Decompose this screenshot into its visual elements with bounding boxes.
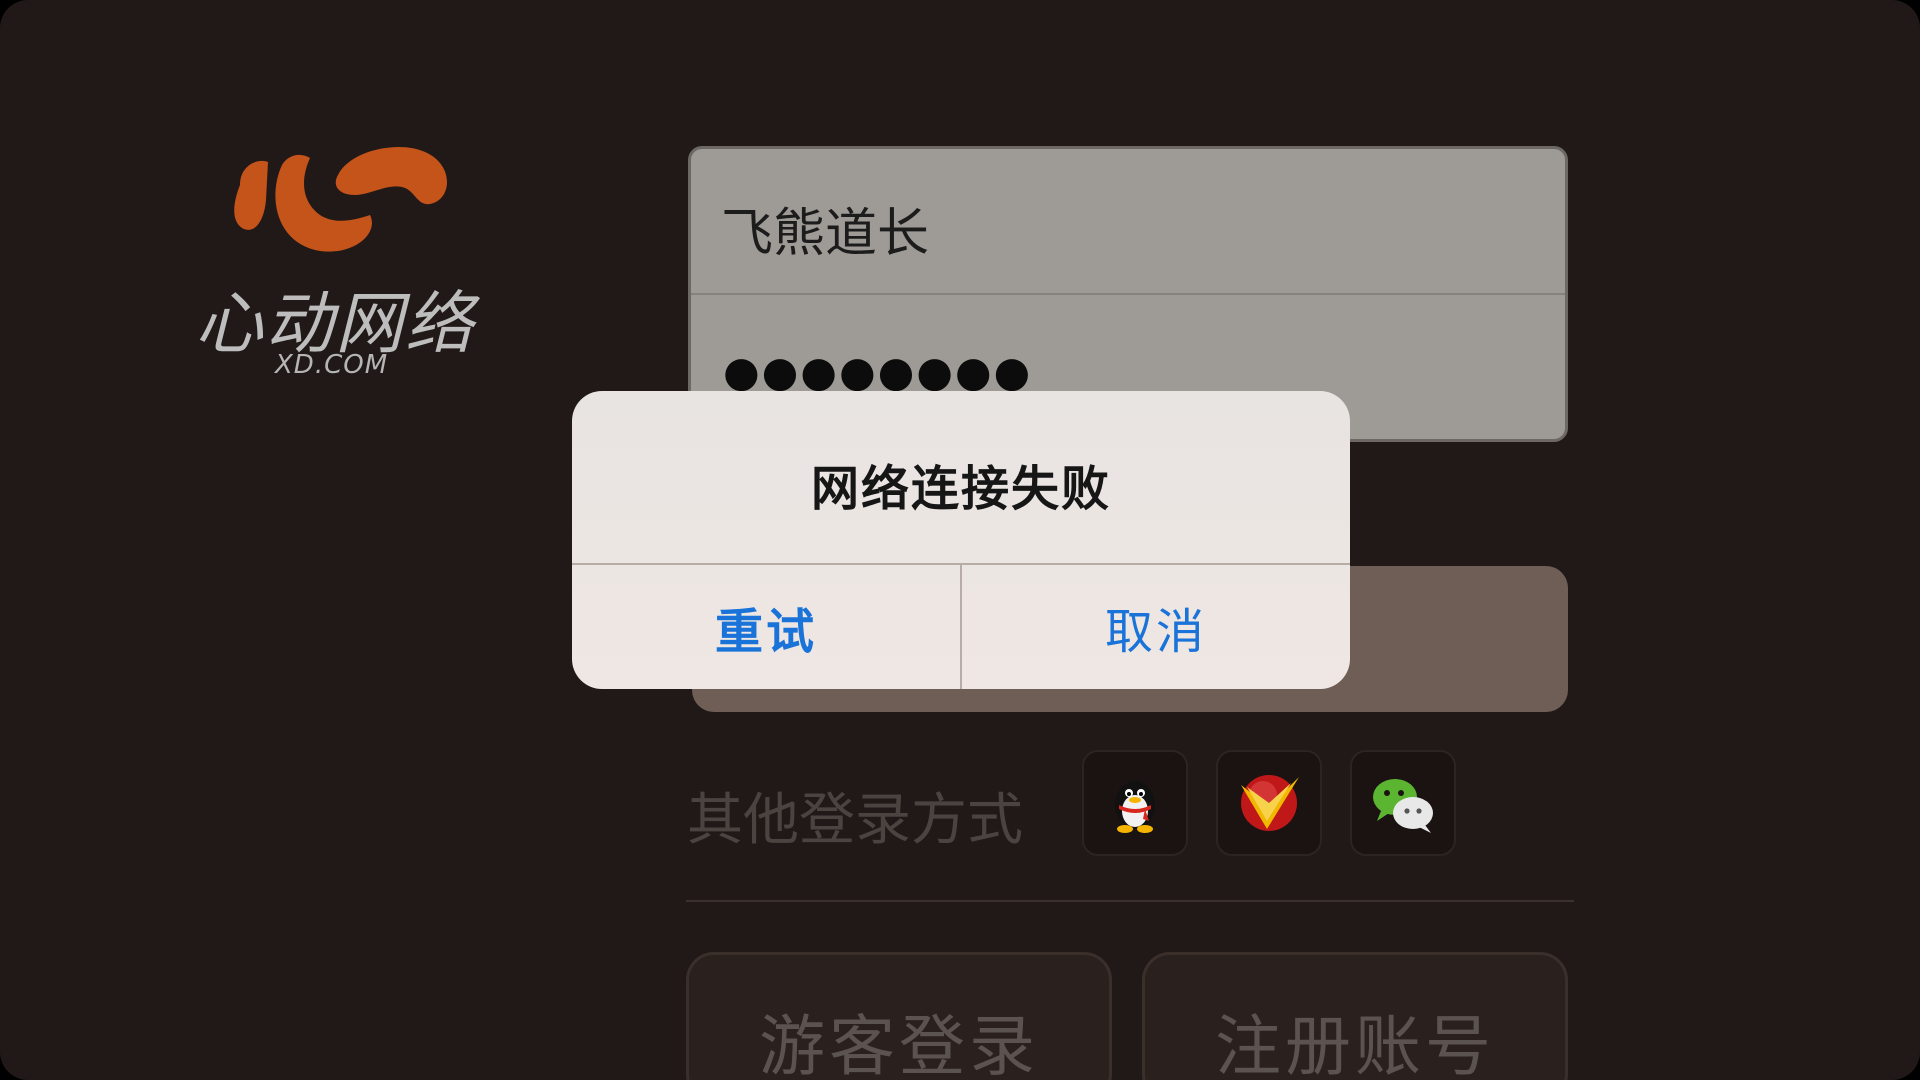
login-screen: 心动网络 XD.COM 飞熊道长 ●●●●●●●● 其他登录方式 游客登录 注册…: [0, 0, 1920, 1080]
register-button[interactable]: 注册账号: [1142, 952, 1568, 1080]
dialog-title: 网络连接失败: [810, 461, 1111, 517]
qq-penguin-icon: [1115, 781, 1155, 833]
retry-button[interactable]: 重试: [572, 565, 960, 689]
password-value: ●●●●●●●●: [723, 347, 1033, 396]
divider: [686, 900, 1574, 902]
wechat-icon: [1373, 779, 1433, 833]
brand-name-en: XD.COM: [275, 350, 389, 380]
v-badge-icon: [1241, 775, 1299, 831]
other-login-label: 其他登录方式: [687, 788, 1023, 853]
brand-logo: 心动网络 XD.COM: [195, 140, 495, 390]
username-value: 飞熊道长: [721, 204, 930, 264]
wechat-login-button[interactable]: [1350, 750, 1456, 856]
network-error-dialog: 网络连接失败 重试 取消: [572, 391, 1350, 689]
guest-login-label: 游客登录: [759, 1008, 1039, 1080]
v-login-button[interactable]: [1216, 750, 1322, 856]
username-field[interactable]: 飞熊道长: [691, 149, 1565, 295]
guest-login-button[interactable]: 游客登录: [686, 952, 1112, 1080]
cancel-button[interactable]: 取消: [962, 565, 1350, 689]
register-label: 注册账号: [1215, 1008, 1495, 1080]
logo-mark-icon: [234, 146, 448, 252]
qq-login-button[interactable]: [1082, 750, 1188, 856]
